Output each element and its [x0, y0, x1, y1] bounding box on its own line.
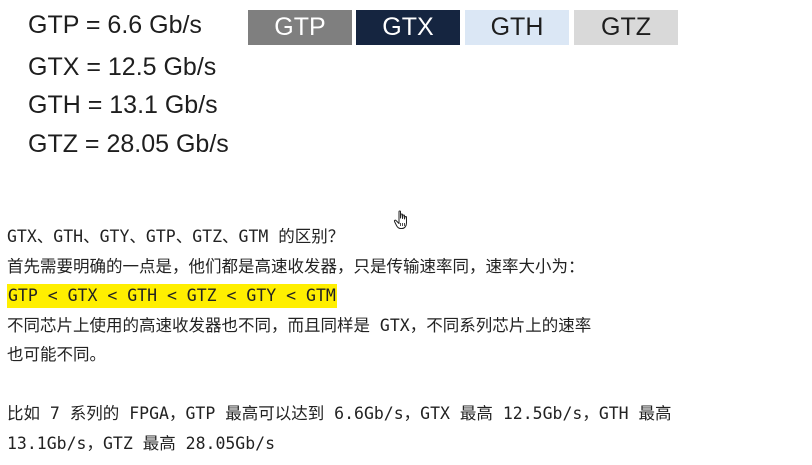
example-line-1: 比如 7 系列的 FPGA，GTP 最高可以达到 6.6Gb/s，GTX 最高 …	[7, 404, 672, 423]
speed-gtz: GTZ = 28.05 Gb/s	[28, 130, 229, 158]
note-line-1: 不同芯片上使用的高速收发器也不同，而且同样是 GTX，不同系列芯片上的速率	[7, 316, 592, 335]
tag-gtz: GTZ	[574, 10, 678, 45]
note-line-2: 也可能不同。	[7, 345, 106, 364]
hand-pointer-icon	[393, 210, 407, 229]
question-line: GTX、GTH、GTY、GTP、GTZ、GTM 的区别？	[7, 227, 345, 246]
speed-gth: GTH = 13.1 Gb/s	[28, 91, 218, 119]
example-line-2: 13.1Gb/s，GTZ 最高 28.05Gb/s	[7, 434, 276, 453]
tag-gtx: GTX	[356, 10, 460, 45]
tag-gth: GTH	[465, 10, 569, 45]
highlighted-speed-order: GTP < GTX < GTH < GTZ < GTY < GTM	[7, 284, 337, 308]
order-line: GTP < GTX < GTH < GTZ < GTY < GTM	[7, 284, 337, 308]
speed-gtp: GTP = 6.6 Gb/s	[28, 11, 202, 39]
tag-gtp: GTP	[248, 10, 352, 45]
intro-line: 首先需要明确的一点是，他们都是高速收发器，只是传输速率同，速率大小为：	[7, 257, 585, 276]
speed-gtx: GTX = 12.5 Gb/s	[28, 53, 217, 81]
